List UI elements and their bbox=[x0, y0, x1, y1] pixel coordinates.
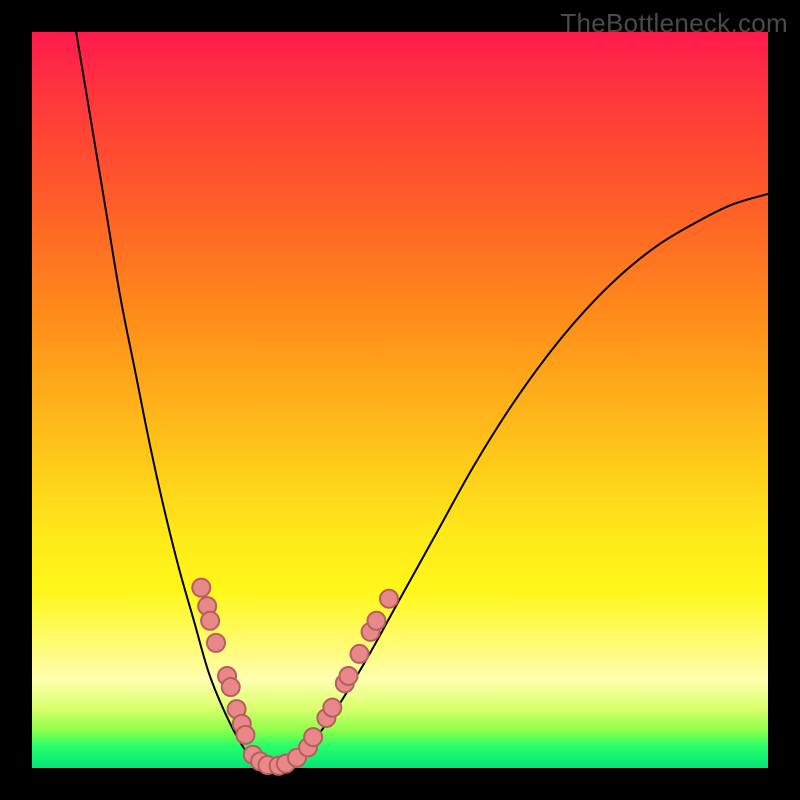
bottleneck-curve bbox=[76, 32, 768, 768]
bead-point bbox=[380, 590, 398, 608]
plot-area bbox=[32, 32, 768, 768]
bead-point bbox=[222, 678, 240, 696]
bead-point bbox=[367, 612, 385, 630]
bead-point bbox=[339, 667, 357, 685]
bead-point bbox=[201, 612, 219, 630]
bead-point bbox=[207, 634, 225, 652]
curve-layer bbox=[32, 32, 768, 768]
bead-point bbox=[192, 579, 210, 597]
bead-point bbox=[304, 728, 322, 746]
chart-frame: TheBottleneck.com bbox=[0, 0, 800, 800]
bead-point bbox=[323, 699, 341, 717]
bead-point bbox=[236, 726, 254, 744]
bead-point bbox=[351, 645, 369, 663]
beads-group bbox=[192, 579, 398, 775]
